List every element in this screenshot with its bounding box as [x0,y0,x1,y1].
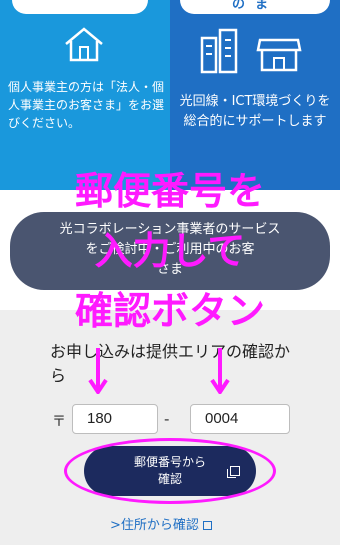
postal-mark: 〒 [52,414,66,430]
postal-code-separator: - [164,410,170,428]
house-icon [65,27,103,62]
annotation-text: 郵便番号を [74,169,265,213]
postal-code-first-input[interactable]: 180 [72,404,158,434]
address-link-label: >住所から確認 [110,518,199,533]
down-arrow-icon [210,348,230,394]
down-arrow-icon [88,348,108,394]
area-check-heading: お申し込みは提供エリアの確認から [50,342,291,385]
card-top-tab [12,0,148,14]
annotation-text: 入力して [94,229,246,273]
service-cards: 個人事業主の方は「法人・個人事業主のお客さま」をお選びください。 のま 光回線・… [0,0,340,190]
card-top-tab: のま [180,0,330,14]
building-icon [200,28,238,74]
external-window-icon [202,521,212,530]
corporate-card-text: 光回線・ICT環境づくりを総合的にサポートします [179,94,331,129]
address-search-link[interactable]: >住所から確認 [110,514,212,533]
postal-code-second-input[interactable]: 0004 [190,404,290,434]
individual-business-note: 個人事業主の方は「法人・個人事業主のお客さま」をお選びください。 [8,80,165,130]
individual-business-card[interactable]: 個人事業主の方は「法人・個人事業主のお客さま」をお選びください。 [0,0,170,190]
highlight-circle [64,438,276,504]
corporate-card[interactable]: のま 光回線・ICT環境づくりを総合的にサポートします [170,0,340,190]
card-top-tab-label: のま [231,0,278,12]
shop-icon [256,38,302,72]
annotation-text: 確認ボタン [74,289,265,333]
